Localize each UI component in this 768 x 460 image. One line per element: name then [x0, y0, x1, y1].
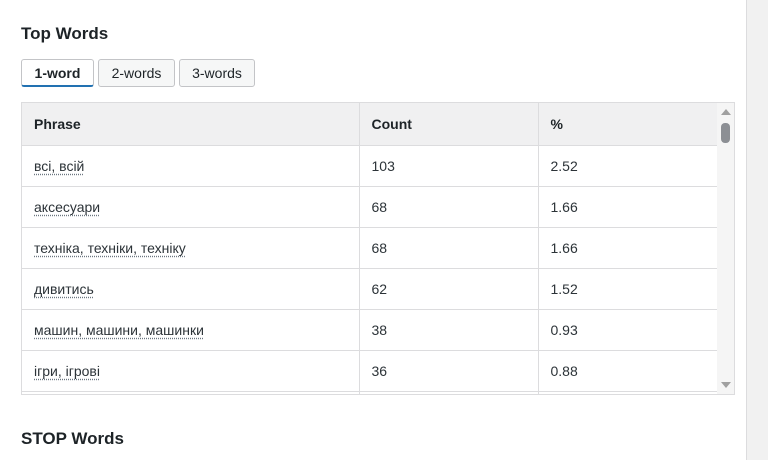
count-cell: 68	[359, 227, 539, 269]
count-cell: 36	[359, 350, 539, 392]
top-words-panel: Top Words 1-word 2-words 3-words Phrase …	[0, 0, 747, 460]
count-cell: 103	[359, 145, 539, 187]
table-row: ігри, ігрові 36 0.88	[22, 350, 719, 392]
percent-cell: 0.88	[538, 350, 719, 392]
table-row: машин, машини, машинки 38 0.93	[22, 309, 719, 351]
phrase-cell[interactable]: ігри, ігрові	[34, 363, 100, 379]
count-cell: 38	[359, 309, 539, 351]
top-words-title: Top Words	[21, 24, 109, 43]
column-header-count[interactable]: Count	[359, 103, 539, 146]
table-scrollbar[interactable]	[717, 103, 734, 394]
scrollbar-thumb[interactable]	[721, 123, 730, 143]
table-row: аксесуари 68 1.66	[22, 186, 719, 228]
column-header-phrase[interactable]: Phrase	[22, 103, 360, 146]
percent-cell: 1.52	[538, 268, 719, 310]
count-cell: 62	[359, 268, 539, 310]
tab-2-words[interactable]: 2-words	[98, 59, 175, 87]
scroll-up-arrow-icon[interactable]	[721, 109, 731, 115]
percent-cell	[538, 391, 719, 394]
column-header-percent[interactable]: %	[538, 103, 719, 146]
count-cell	[359, 391, 539, 394]
stop-words-title: STOP Words	[21, 429, 124, 448]
tab-3-words[interactable]: 3-words	[179, 59, 255, 87]
phrase-cell[interactable]: техніка, техніки, техніку	[34, 240, 186, 256]
top-words-table-container[interactable]: Phrase Count % всі, всій 103 2.52 аксесу…	[21, 102, 735, 395]
phrase-cell[interactable]: машин, машини, машинки	[34, 322, 204, 338]
percent-cell: 2.52	[538, 145, 719, 187]
table-row: техніка, техніки, техніку 68 1.66	[22, 227, 719, 269]
count-cell: 68	[359, 186, 539, 228]
tab-1-word[interactable]: 1-word	[21, 59, 94, 87]
scroll-down-arrow-icon[interactable]	[721, 382, 731, 388]
table-row: дивитись 62 1.52	[22, 268, 719, 310]
table-header-row: Phrase Count %	[22, 103, 719, 146]
percent-cell: 1.66	[538, 227, 719, 269]
phrase-cell[interactable]: всі, всій	[34, 158, 84, 174]
table-row	[22, 391, 719, 394]
phrase-cell[interactable]: аксесуари	[34, 199, 100, 215]
percent-cell: 0.93	[538, 309, 719, 351]
table-row: всі, всій 103 2.52	[22, 145, 719, 187]
phrase-cell[interactable]: дивитись	[34, 281, 94, 297]
top-words-table: Phrase Count % всі, всій 103 2.52 аксесу…	[22, 103, 719, 394]
percent-cell: 1.66	[538, 186, 719, 228]
